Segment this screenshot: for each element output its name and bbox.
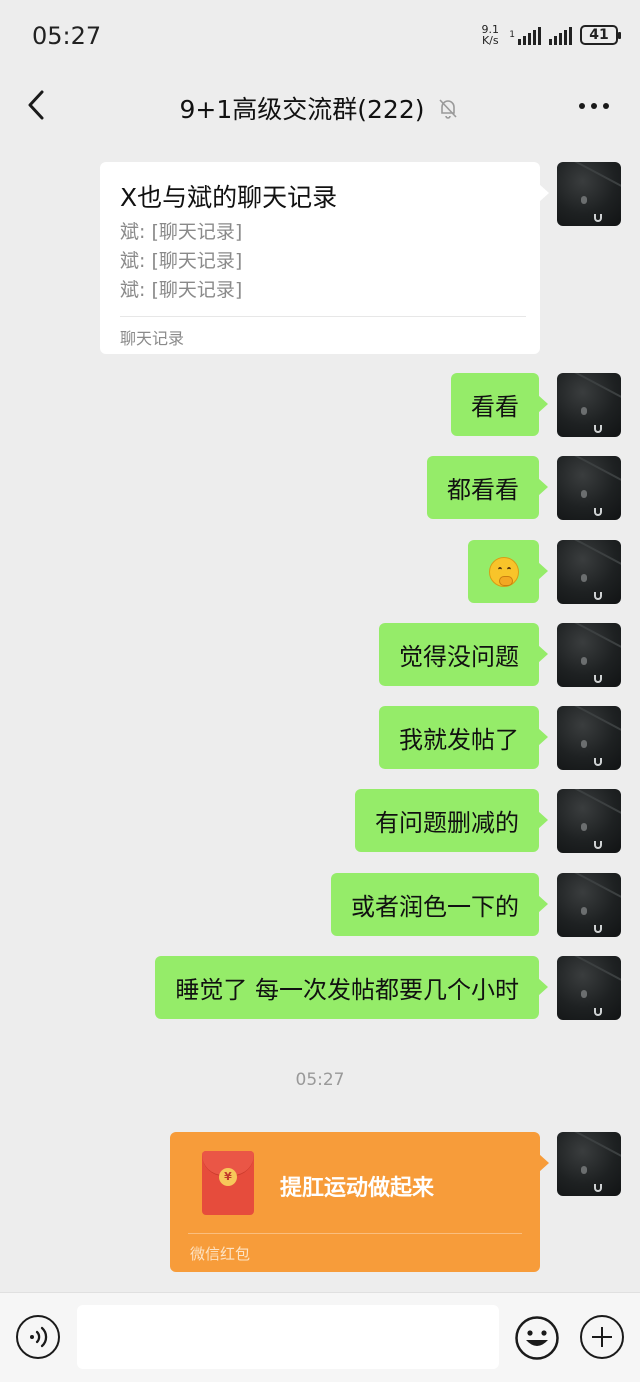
more-options-button[interactable] — [574, 90, 614, 120]
avatar[interactable] — [557, 873, 621, 937]
bell-off-icon — [439, 99, 458, 119]
chat-record-preview: 斌: [聊天记录] 斌: [聊天记录] 斌: [聊天记录] — [120, 218, 242, 305]
battery-icon: 41 — [580, 25, 621, 45]
chat-record-title: X也与斌的聊天记录 — [120, 183, 338, 212]
chat-record-line: 斌: [聊天记录] — [120, 221, 243, 243]
message-bubble[interactable]: 或者润色一下的 — [331, 873, 548, 936]
chat-title: 9+1高级交流群(222) — [179, 95, 425, 124]
avatar[interactable] — [557, 162, 621, 226]
emoji-icon — [515, 1316, 559, 1360]
avatar[interactable] — [557, 1132, 621, 1196]
avatar[interactable] — [557, 956, 621, 1020]
avatar[interactable] — [557, 540, 621, 604]
status-indicators: 9.1 K/s 1 41 — [479, 23, 621, 47]
chat-record-footer: 聊天记录 — [120, 329, 185, 348]
message-bubble[interactable]: 有问题删减的 — [355, 789, 548, 852]
network-speed: 9.1 K/s — [481, 23, 500, 47]
signal-icon-sim2 — [549, 25, 572, 45]
voice-button[interactable] — [16, 1315, 60, 1359]
message-bubble[interactable]: 我就发帖了 — [379, 706, 548, 769]
emoji-button[interactable] — [514, 1315, 560, 1361]
red-packet-footer: 微信红包 — [190, 1245, 251, 1263]
avatar[interactable] — [557, 456, 621, 520]
divider — [188, 1233, 522, 1234]
grinning-hand-face-emoji-icon — [488, 556, 519, 587]
chat-record-line: 斌: [聊天记录] — [120, 279, 243, 301]
avatar[interactable] — [557, 623, 621, 687]
plus-button[interactable] — [580, 1315, 624, 1359]
input-bar — [0, 1292, 640, 1382]
red-envelope-icon: ¥ — [202, 1151, 254, 1215]
avatar[interactable] — [557, 789, 621, 853]
emoji-message-bubble[interactable] — [468, 540, 548, 603]
message-input[interactable] — [77, 1305, 499, 1369]
message-bubble[interactable]: 觉得没问题 — [379, 623, 548, 686]
signal-icon-sim1: 1 — [509, 25, 541, 45]
chat-record-card[interactable]: X也与斌的聊天记录 斌: [聊天记录] 斌: [聊天记录] 斌: [聊天记录] … — [100, 162, 549, 354]
message-timestamp: 05:27 — [295, 1070, 345, 1090]
avatar[interactable] — [557, 706, 621, 770]
more-dots-icon — [579, 103, 609, 109]
red-packet-message[interactable]: ¥ 提肛运动做起来 微信红包 — [170, 1132, 549, 1272]
message-bubble[interactable]: 看看 — [451, 373, 548, 436]
red-packet-title: 提肛运动做起来 — [280, 1176, 435, 1201]
message-bubble[interactable]: 睡觉了 每一次发帖都要几个小时 — [155, 956, 548, 1019]
avatar[interactable] — [557, 373, 621, 437]
message-bubble[interactable]: 都看看 — [427, 456, 548, 519]
status-time: 05:27 — [32, 22, 102, 50]
chat-header: 9+1高级交流群(222) — [0, 76, 640, 142]
status-bar: 05:27 9.1 K/s 1 41 — [0, 0, 640, 76]
divider — [120, 316, 526, 317]
chat-title-area: 9+1高级交流群(222) — [0, 90, 640, 126]
voice-icon — [30, 1326, 48, 1348]
chat-record-line: 斌: [聊天记录] — [120, 250, 243, 272]
